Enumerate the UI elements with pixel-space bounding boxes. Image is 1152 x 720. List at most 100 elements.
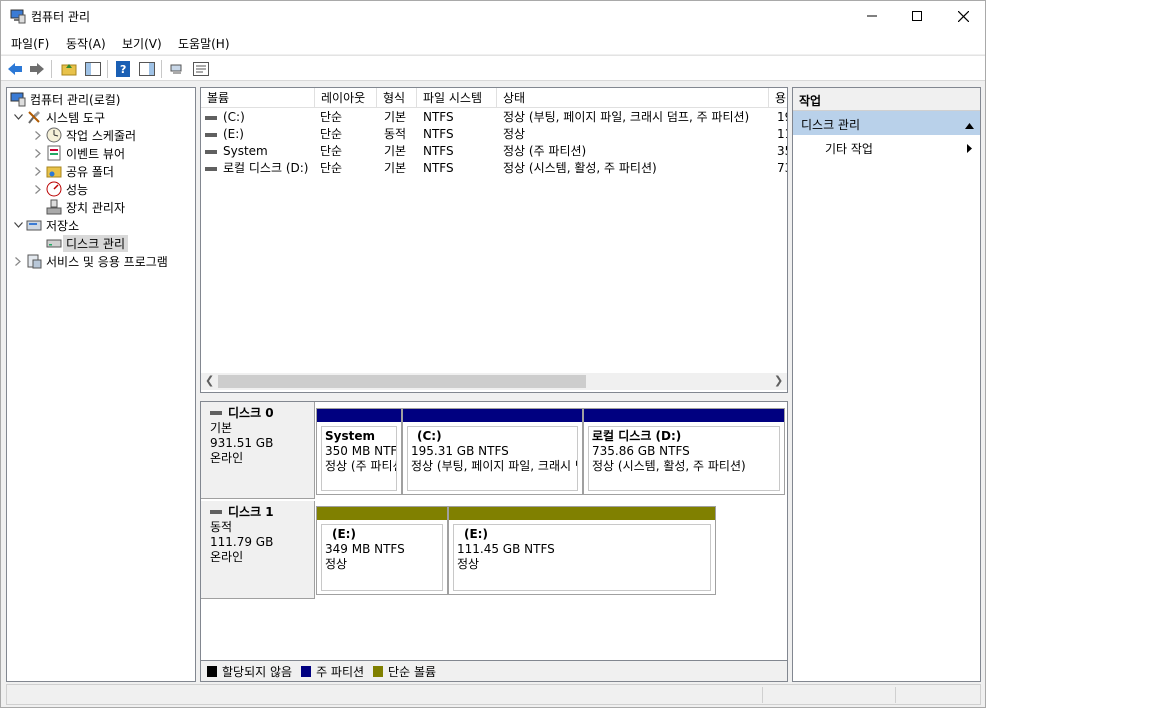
partition-system[interactable]: System 350 MB NTFS 정상 (주 파티션) xyxy=(316,408,402,495)
table-row[interactable]: System 단순 기본 NTFS 정상 (주 파티션) 35 xyxy=(201,143,787,160)
legend: 할당되지 않음 주 파티션 단순 볼륨 xyxy=(200,661,788,682)
disk-state: 온라인 xyxy=(210,550,244,564)
table-row[interactable]: (C:) 단순 기본 NTFS 정상 (부팅, 페이지 파일, 크래시 덤프, … xyxy=(201,109,787,126)
disk-1-header[interactable]: 디스크 1 동적 111.79 GB 온라인 xyxy=(201,501,315,599)
legend-label: 할당되지 않음 xyxy=(222,664,293,679)
partition-title: System xyxy=(325,429,375,443)
back-icon[interactable] xyxy=(5,59,25,79)
chevron-right-icon[interactable] xyxy=(31,162,45,180)
tree-label: 서비스 및 응용 프로그램 xyxy=(46,254,168,269)
tree-item-storage[interactable]: 저장소 xyxy=(11,216,79,234)
tree-label: 작업 스케줄러 xyxy=(66,128,137,143)
collapse-up-icon[interactable] xyxy=(965,118,974,132)
scroll-left-icon[interactable]: ❮ xyxy=(205,374,214,387)
tree-label: 저장소 xyxy=(46,218,80,233)
partition-e-1[interactable]: (E:) 349 MB NTFS 정상 xyxy=(316,506,448,595)
scroll-right-icon[interactable]: ❯ xyxy=(774,374,783,387)
partition-status: 정상 (시스템, 활성, 주 파티션) xyxy=(592,459,746,473)
tree-item-shared-folders[interactable]: 공유 폴더 xyxy=(31,162,114,180)
partition-status: 정상 (부팅, 페이지 파일, 크래시 덤프, 주 파티션) xyxy=(411,459,577,473)
cell-status: 정상 xyxy=(503,127,526,141)
legend-swatch-unallocated xyxy=(207,665,217,677)
tree-item-performance[interactable]: 성능 xyxy=(31,180,88,198)
volume-icon xyxy=(205,160,219,177)
submenu-arrow-icon xyxy=(967,142,972,156)
tree-item-system-tools[interactable]: 시스템 도구 xyxy=(11,108,105,126)
horizontal-scrollbar[interactable]: ❮ ❯ xyxy=(201,373,787,390)
menu-action[interactable]: 동작(A) xyxy=(66,35,106,52)
column-header-capacity[interactable]: 용 xyxy=(769,88,787,108)
tree-item-services-apps[interactable]: 서비스 및 응용 프로그램 xyxy=(11,252,168,270)
actions-header: 작업 xyxy=(793,88,980,111)
up-folder-icon[interactable] xyxy=(59,59,79,79)
cell-layout: 단순 xyxy=(320,110,343,124)
partition-size: 195.31 GB NTFS xyxy=(411,444,509,458)
help-icon[interactable]: ? xyxy=(113,59,133,79)
cell-volume: (C:) xyxy=(223,110,245,124)
disk-size: 931.51 GB xyxy=(210,436,274,450)
actions-pane: 작업 디스크 관리 기타 작업 xyxy=(792,87,981,682)
connect-icon[interactable] xyxy=(167,59,187,79)
tree-label: 디스크 관리 xyxy=(63,234,129,252)
column-header-type[interactable]: 형식 xyxy=(377,88,417,108)
show-hide-tree-icon[interactable] xyxy=(83,59,103,79)
computer-management-icon xyxy=(9,91,27,107)
cell-capacity: 35 xyxy=(777,144,787,158)
chevron-down-icon[interactable] xyxy=(11,216,25,234)
chevron-right-icon[interactable] xyxy=(11,252,25,270)
cell-status: 정상 (부팅, 페이지 파일, 크래시 덤프, 주 파티션) xyxy=(503,110,750,124)
menu-file[interactable]: 파일(F) xyxy=(11,35,49,52)
chevron-right-icon[interactable] xyxy=(31,126,45,144)
disk-0-header[interactable]: 디스크 0 기본 931.51 GB 온라인 xyxy=(201,402,315,499)
tree-item-disk-management[interactable]: 디스크 관리 xyxy=(45,234,129,252)
disk-size: 111.79 GB xyxy=(210,535,274,549)
minimize-button[interactable] xyxy=(849,1,895,31)
disk-icon xyxy=(210,505,222,520)
computer-management-icon xyxy=(10,8,26,24)
partition-title: (C:) xyxy=(417,429,442,443)
cell-filesystem: NTFS xyxy=(423,161,454,175)
tree-item-device-manager[interactable]: 장치 관리자 xyxy=(45,198,125,216)
tree-label: 장치 관리자 xyxy=(66,200,126,215)
column-header-status[interactable]: 상태 xyxy=(497,88,769,108)
partition-e-2[interactable]: (E:) 111.45 GB NTFS 정상 xyxy=(448,506,716,595)
tree-item-task-scheduler[interactable]: 작업 스케줄러 xyxy=(31,126,136,144)
tree-label: 컴퓨터 관리(로컬) xyxy=(30,92,121,107)
partition-title: (E:) xyxy=(464,527,488,541)
partition-d[interactable]: 로컬 디스크 (D:) 735.86 GB NTFS 정상 (시스템, 활성, … xyxy=(583,408,785,495)
tree-item-root[interactable]: 컴퓨터 관리(로컬) xyxy=(9,90,120,108)
menu-view[interactable]: 보기(V) xyxy=(122,35,162,52)
show-hide-action-pane-icon[interactable] xyxy=(137,59,157,79)
scrollbar-thumb[interactable] xyxy=(218,375,586,388)
column-header-filesystem[interactable]: 파일 시스템 xyxy=(417,88,497,108)
cell-filesystem: NTFS xyxy=(423,144,454,158)
properties-icon[interactable] xyxy=(191,59,211,79)
forward-icon[interactable] xyxy=(27,59,47,79)
actions-section-disk-management[interactable]: 디스크 관리 xyxy=(793,111,980,135)
column-header-layout[interactable]: 레이아웃 xyxy=(315,88,377,108)
maximize-button[interactable] xyxy=(894,1,940,31)
menu-help[interactable]: 도움말(H) xyxy=(178,35,230,52)
partition-c[interactable]: (C:) 195.31 GB NTFS 정상 (부팅, 페이지 파일, 크래시 … xyxy=(402,408,583,495)
chevron-right-icon[interactable] xyxy=(31,144,45,162)
window-title: 컴퓨터 관리 xyxy=(31,10,91,24)
more-actions-item[interactable]: 기타 작업 xyxy=(793,135,980,159)
chevron-down-icon[interactable] xyxy=(11,108,25,126)
more-actions-label: 기타 작업 xyxy=(825,142,873,156)
volume-list: 볼륨 레이아웃 형식 파일 시스템 상태 용 (C:) 단순 기본 NTFS 정… xyxy=(200,87,788,393)
chevron-right-icon[interactable] xyxy=(31,180,45,198)
table-row[interactable]: 로컬 디스크 (D:) 단순 기본 NTFS 정상 (시스템, 활성, 주 파티… xyxy=(201,160,787,177)
cell-filesystem: NTFS xyxy=(423,127,454,141)
table-row[interactable]: (E:) 단순 동적 NTFS 정상 11 xyxy=(201,126,787,143)
close-button[interactable] xyxy=(940,1,985,31)
tree-label: 이벤트 뷰어 xyxy=(66,146,126,161)
tree-item-event-viewer[interactable]: 이벤트 뷰어 xyxy=(31,144,125,162)
volume-icon xyxy=(205,143,219,160)
cell-capacity: 73 xyxy=(777,161,787,175)
disk-state: 온라인 xyxy=(210,451,244,465)
column-header-volume[interactable]: 볼륨 xyxy=(201,88,315,108)
console-tree: 컴퓨터 관리(로컬) 시스템 도구 작업 스케줄러 이벤트 뷰어 공유 폴더 성… xyxy=(6,87,196,682)
computer-management-window: 컴퓨터 관리 파일(F) 동작(A) 보기(V) 도움말(H) ? 컴퓨터 관리… xyxy=(0,0,986,708)
cell-layout: 단순 xyxy=(320,127,343,141)
legend-swatch-primary xyxy=(301,665,312,677)
